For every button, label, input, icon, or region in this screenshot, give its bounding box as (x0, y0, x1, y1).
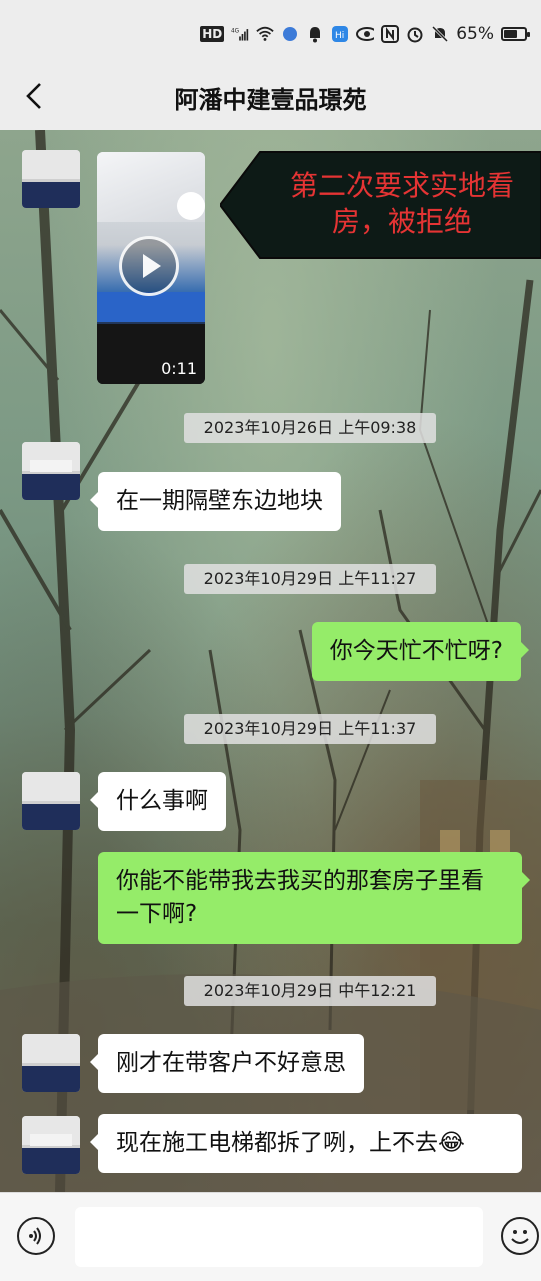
laughing-emoji-icon: 😂 (438, 1130, 465, 1156)
annotation-text: 第二次要求实地看房，被拒绝 (289, 169, 514, 238)
signal-label: 4G (231, 28, 239, 34)
play-icon[interactable] (119, 236, 179, 296)
video-duration: 0:11 (161, 359, 197, 378)
emoji-icon (511, 1230, 529, 1244)
input-bar (0, 1192, 541, 1281)
battery-text: 65% (456, 24, 494, 44)
status-icons: HD 4G Hi 65% (200, 24, 530, 44)
app-badge-icon (281, 25, 299, 43)
timestamp: 2023年10月29日 中午12:21 (184, 976, 436, 1006)
contact-avatar[interactable] (22, 772, 80, 830)
emoji-button[interactable] (501, 1217, 539, 1255)
message-input[interactable] (75, 1207, 483, 1267)
signal-icon: 4G (231, 25, 249, 43)
timestamp: 2023年10月26日 上午09:38 (184, 413, 436, 443)
svg-text:Hi: Hi (335, 31, 344, 41)
chat-title: 阿潘中建壹品璟苑 (174, 86, 367, 114)
video-message[interactable]: 0:11 (97, 152, 205, 384)
timestamp: 2023年10月29日 上午11:37 (184, 714, 436, 744)
battery-icon (501, 27, 530, 41)
outgoing-message[interactable]: 你今天忙不忙呀? (311, 622, 530, 681)
video-marker-dot (177, 192, 205, 220)
voice-button[interactable] (17, 1217, 55, 1255)
nfc-icon (381, 25, 400, 43)
notification-icon (306, 25, 324, 43)
eye-icon (356, 25, 375, 43)
app-badge-icon-2: Hi (331, 25, 349, 43)
alarm-icon (406, 25, 424, 43)
contact-avatar[interactable] (22, 442, 80, 500)
incoming-message[interactable]: 在一期隔壁东边地块 (90, 472, 341, 531)
contact-avatar[interactable] (22, 1034, 80, 1092)
annotation-banner: 第二次要求实地看房，被拒绝 (220, 150, 541, 260)
voice-icon (29, 1227, 41, 1245)
chat-area[interactable]: 0:11 第二次要求实地看房，被拒绝 2023年10月26日 上午09:38 在… (0, 130, 541, 1192)
contact-avatar[interactable] (22, 1116, 80, 1174)
hd-icon: HD (200, 26, 225, 42)
mute-icon (431, 25, 449, 43)
message-text: 现在施工电梯都拆了咧，上不去 (116, 1130, 438, 1156)
wifi-icon (256, 25, 274, 43)
incoming-message[interactable]: 刚才在带客户不好意思 (90, 1034, 364, 1093)
incoming-message[interactable]: 什么事啊 (90, 772, 226, 831)
contact-avatar[interactable] (22, 150, 80, 208)
chat-header: 阿潘中建壹品璟苑 (0, 64, 541, 130)
status-bar: HD 4G Hi 65% (0, 0, 541, 64)
timestamp: 2023年10月29日 上午11:27 (184, 564, 436, 594)
outgoing-message[interactable]: 你能不能带我去我买的那套房子里看一下啊? (98, 852, 530, 944)
incoming-message[interactable]: 现在施工电梯都拆了咧，上不去😂 (90, 1114, 522, 1173)
